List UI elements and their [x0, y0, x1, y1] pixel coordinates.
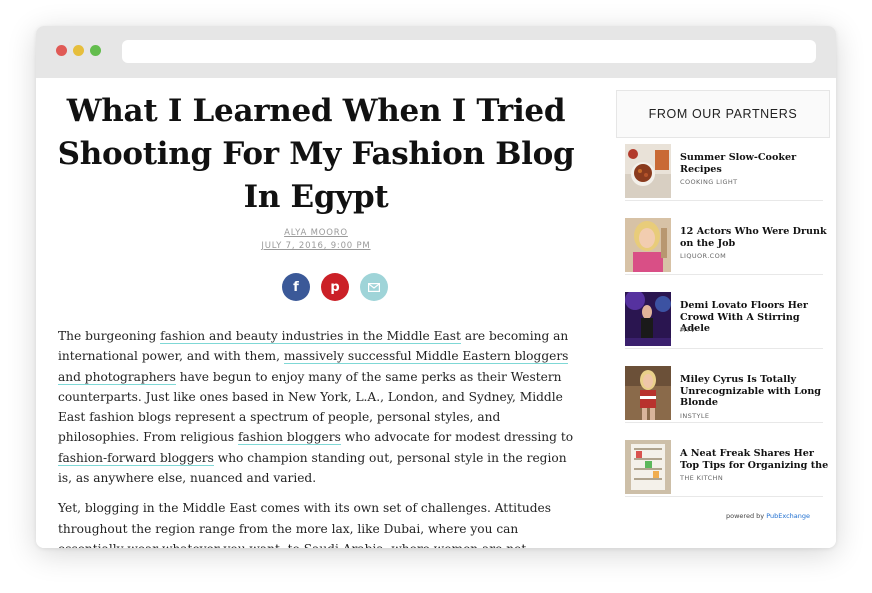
maximize-window-button[interactable]: [90, 45, 101, 56]
partner-item-source: THE KITCHN: [680, 474, 724, 482]
paragraph-text: The burgeoning: [58, 329, 161, 343]
email-share-button[interactable]: [360, 273, 388, 301]
partner-item-source: COOKING LIGHT: [680, 178, 738, 186]
recipe-thumbnail: [625, 144, 671, 198]
partner-item-title[interactable]: Demi Lovato Floors Her Crowd With A Stir…: [680, 300, 830, 335]
partner-item-source: MTV: [680, 326, 696, 334]
article-body: The burgeoning fashion and beauty indust…: [58, 326, 578, 548]
inline-link[interactable]: fashion-forward bloggers: [58, 450, 214, 466]
partner-item[interactable]: Demi Lovato Floors Her Crowd With A Stir…: [625, 292, 823, 349]
minimize-window-button[interactable]: [73, 45, 84, 56]
concert-thumbnail: [625, 292, 671, 346]
pinterest-share-button[interactable]: p: [321, 273, 349, 301]
pinterest-icon: p: [330, 279, 340, 295]
partner-item-title[interactable]: 12 Actors Who Were Drunk on the Job: [680, 226, 830, 249]
partner-item-title[interactable]: A Neat Freak Shares Her Top Tips for Org…: [680, 448, 830, 471]
mail-icon: [368, 282, 380, 292]
partner-item[interactable]: Summer Slow-Cooker Recipes COOKING LIGHT: [625, 144, 823, 201]
facebook-icon: f: [293, 279, 299, 295]
paragraph: The burgeoning fashion and beauty indust…: [58, 326, 578, 488]
paragraph: Yet, blogging in the Middle East comes w…: [58, 501, 552, 548]
publish-date: JULY 7, 2016, 9:00 PM: [261, 241, 371, 251]
partners-heading: FROM OUR PARTNERS: [616, 90, 830, 138]
partner-item[interactable]: Miley Cyrus Is Totally Unrecognizable wi…: [625, 366, 823, 423]
inline-link[interactable]: fashion bloggers: [238, 430, 341, 446]
powered-by-label: powered by PubExchange: [726, 512, 810, 520]
inline-link[interactable]: fashion and beauty industries in the Mid…: [160, 329, 461, 344]
browser-window: What I Learned When I Tried Shooting For…: [36, 26, 836, 548]
close-window-button[interactable]: [56, 45, 67, 56]
celebrity-thumbnail: [625, 366, 671, 420]
pubexchange-link[interactable]: PubExchange: [766, 512, 810, 520]
kitchen-thumbnail: [625, 440, 671, 494]
partner-item-title[interactable]: Miley Cyrus Is Totally Unrecognizable wi…: [680, 374, 830, 409]
partner-item-source: LIQUOR.COM: [680, 252, 727, 260]
partner-item-title[interactable]: Summer Slow-Cooker Recipes: [680, 152, 830, 175]
author-link[interactable]: ALYA MOORO: [56, 228, 576, 238]
address-bar[interactable]: [122, 40, 816, 63]
partner-item[interactable]: 12 Actors Who Were Drunk on the Job LIQU…: [625, 218, 827, 275]
actors-thumbnail: [625, 218, 671, 272]
facebook-share-button[interactable]: f: [282, 273, 310, 301]
powered-by-text: powered by: [726, 512, 765, 520]
partner-item[interactable]: A Neat Freak Shares Her Top Tips for Org…: [625, 440, 828, 497]
article-title: What I Learned When I Tried Shooting For…: [57, 93, 575, 215]
paragraph-text: who advocate for modest dressing to: [340, 430, 574, 445]
browser-toolbar: [36, 26, 836, 78]
partner-item-source: INSTYLE: [680, 412, 710, 420]
page-content: What I Learned When I Tried Shooting For…: [36, 78, 836, 548]
